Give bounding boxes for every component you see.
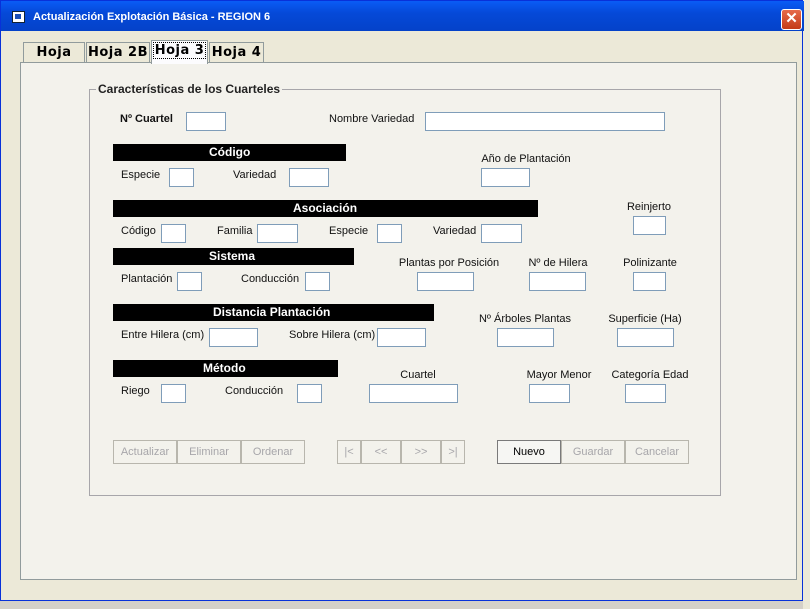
asociacion-variedad-label: Variedad [433,225,477,237]
nombre-variedad-input[interactable] [425,112,665,131]
guardar-button[interactable]: Guardar [561,440,625,464]
reinjerto-label: Reinjerto [626,201,672,213]
sistema-plantacion-input[interactable] [177,272,202,291]
asociacion-section-header: Asociación [113,200,538,217]
metodo-riego-input[interactable] [161,384,186,403]
codigo-section-header: Código [113,144,346,161]
n-hilera-input[interactable] [529,272,586,291]
tab-hoja-4[interactable]: Hoja 4 [209,42,264,63]
asociacion-especie-label: Especie [329,225,369,237]
asociacion-header-label: Asociación [293,201,358,215]
sobre-hilera-label: Sobre Hilera (cm) [289,329,376,341]
group-title: Características de los Cuarteles [96,82,283,96]
metodo-conduccion-input[interactable] [297,384,322,403]
plantas-por-posicion-input[interactable] [417,272,474,291]
mayor-menor-label: Mayor Menor [526,369,592,381]
window-title: Actualización Explotación Básica - REGIO… [33,11,271,23]
sobre-hilera-input[interactable] [377,328,426,347]
last-record-button[interactable]: >| [441,440,465,464]
ordenar-button[interactable]: Ordenar [241,440,305,464]
close-button[interactable]: ✕ [781,9,802,30]
reinjerto-input[interactable] [633,216,666,235]
asociacion-codigo-label: Código [121,225,156,237]
codigo-header-label: Código [209,145,251,159]
eliminar-button[interactable]: Eliminar [177,440,241,464]
sistema-plantacion-label: Plantación [121,273,173,285]
entre-hilera-label: Entre Hilera (cm) [121,329,205,341]
tab-hoja-2a[interactable]: Hoja 2A [23,42,85,79]
cuartel-label: Cuartel [400,369,436,381]
polinizante-label: Polinizante [623,257,677,269]
sistema-conduccion-label: Conducción [241,273,300,285]
codigo-especie-input[interactable] [169,168,194,187]
asociacion-variedad-input[interactable] [481,224,522,243]
ano-plantacion-input[interactable] [481,168,530,187]
cuartel-input[interactable] [369,384,458,403]
tab-hoja-3-label: Hoja 3 [152,42,207,59]
n-arboles-plantas-input[interactable] [497,328,554,347]
nuevo-button[interactable]: Nuevo [497,440,561,464]
ano-plantacion-label: Año de Plantación [481,153,571,165]
polinizante-input[interactable] [633,272,666,291]
metodo-section-header: Método [113,360,338,377]
n-cuartel-input[interactable] [186,112,226,131]
background-window-edge-right [803,0,810,609]
app-icon [12,11,25,23]
categoria-edad-label: Categoría Edad [611,369,689,381]
asociacion-familia-input[interactable] [257,224,298,243]
nombre-variedad-label: Nombre Variedad [329,113,415,125]
metodo-riego-label: Riego [121,385,150,397]
mayor-menor-input[interactable] [529,384,570,403]
main-window: Actualización Explotación Básica - REGIO… [0,0,804,601]
n-hilera-label: Nº de Hilera [528,257,588,269]
asociacion-familia-label: Familia [217,225,253,237]
superficie-label: Superficie (Ha) [608,313,682,325]
cancelar-button[interactable]: Cancelar [625,440,689,464]
previous-record-button[interactable]: << [361,440,401,464]
tab-hoja-3[interactable]: Hoja 3 [151,40,208,64]
sistema-section-header: Sistema [113,248,354,265]
title-bar[interactable]: Actualización Explotación Básica - REGIO… [1,1,804,31]
entre-hilera-input[interactable] [209,328,258,347]
metodo-conduccion-label: Conducción [225,385,284,397]
categoria-edad-input[interactable] [625,384,666,403]
asociacion-especie-input[interactable] [377,224,402,243]
actualizar-button[interactable]: Actualizar [113,440,177,464]
codigo-especie-label: Especie [121,169,161,181]
next-record-button[interactable]: >> [401,440,441,464]
metodo-header-label: Método [203,361,246,375]
distancia-header-label: Distancia Plantación [213,305,331,319]
sistema-header-label: Sistema [209,249,256,263]
asociacion-codigo-input[interactable] [161,224,186,243]
distancia-plantacion-section-header: Distancia Plantación [113,304,434,321]
codigo-variedad-input[interactable] [289,168,329,187]
n-arboles-plantas-label: Nº Árboles Plantas [478,313,572,325]
sistema-conduccion-input[interactable] [305,272,330,291]
superficie-input[interactable] [617,328,674,347]
codigo-variedad-label: Variedad [233,169,277,181]
n-cuartel-label: Nº Cuartel [120,113,173,125]
plantas-por-posicion-label: Plantas por Posición [398,257,500,269]
tab-hoja-2b[interactable]: Hoja 2B [86,42,150,63]
first-record-button[interactable]: |< [337,440,361,464]
